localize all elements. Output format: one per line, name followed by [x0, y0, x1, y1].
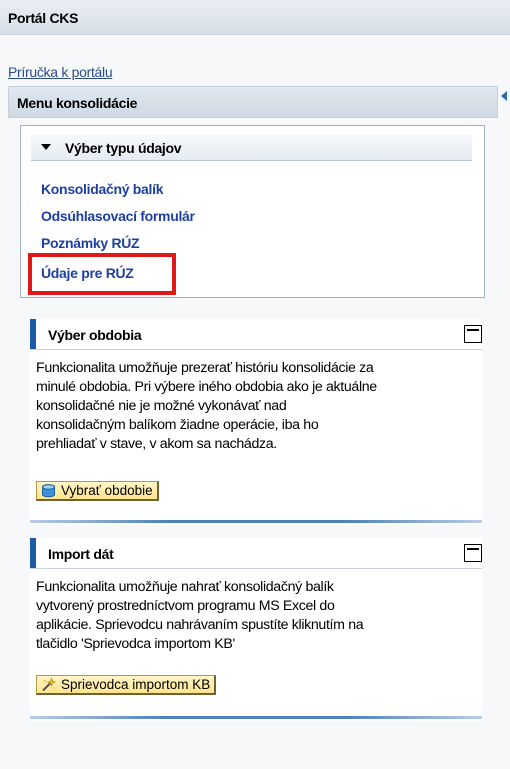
minimize-icon[interactable]	[464, 544, 482, 562]
triangle-down-icon	[41, 144, 51, 150]
data-type-panel: Výber typu údajov Konsolidačný balík Ods…	[20, 125, 485, 298]
consolidation-menu-header: Menu konsolidácie	[8, 86, 507, 118]
top-bar: Portál CKS	[0, 0, 510, 35]
data-type-panel-title: Výber typu údajov	[65, 140, 182, 156]
section-accent-bar	[30, 319, 36, 349]
import-section-title: Import dát	[48, 546, 114, 562]
import-wizard-button-label: Sprievodca importom KB	[61, 677, 211, 692]
description-line: tlačidlo 'Sprievodca importom KB'	[36, 636, 235, 652]
data-type-panel-header[interactable]: Výber typu údajov	[31, 135, 472, 161]
import-section-header: Import dát	[30, 538, 482, 569]
section-footer-line	[30, 520, 482, 523]
select-period-button-label: Vybrať obdobie	[61, 483, 153, 498]
portal-guide-link[interactable]: Príručka k portálu	[8, 64, 113, 80]
description-line: minulé obdobia. Pri výbere iného obdobia…	[36, 379, 377, 395]
minimize-icon[interactable]	[464, 325, 482, 343]
select-period-button[interactable]: Vybrať obdobie	[36, 481, 159, 501]
description-line: aplikácie. Sprievodcu nahrávaním spustít…	[36, 617, 364, 633]
import-wizard-button[interactable]: Sprievodca importom KB	[36, 675, 217, 695]
portal-title: Portál CKS	[8, 10, 79, 26]
data-import-section: Import dát Funkcionalita umožňuje nahrať…	[30, 538, 482, 721]
magic-wand-icon	[42, 678, 56, 692]
section-footer-line	[30, 716, 482, 719]
import-description: Funkcionalita umožňuje nahrať konsolidač…	[36, 578, 482, 654]
collapse-arrow-icon[interactable]	[501, 91, 507, 101]
period-description: Funkcionalita umožňuje prezerať históriu…	[36, 359, 482, 454]
link-ruz-data[interactable]: Údaje pre RÚZ	[41, 265, 134, 281]
period-selection-section: Výber obdobia Funkcionalita umožňuje pre…	[30, 319, 482, 525]
description-line: konsolidačným balíkom žiadne operácie, i…	[36, 417, 319, 433]
description-line: Funkcionalita umožňuje prezerať históriu…	[36, 360, 374, 376]
description-line: prehliadať v stave, v akom sa nachádza.	[36, 436, 277, 452]
database-icon	[42, 484, 55, 498]
period-section-title: Výber obdobia	[48, 327, 142, 343]
link-reconciliation-form[interactable]: Odsúhlasovací formulár	[41, 208, 195, 224]
description-line: vytvorený prostredníctvom programu MS Ex…	[36, 598, 335, 614]
section-accent-bar	[30, 538, 36, 568]
link-ruz-notes[interactable]: Poznámky RÚZ	[41, 235, 140, 251]
description-line: Funkcionalita umožňuje nahrať konsolidač…	[36, 579, 334, 595]
menu-title: Menu konsolidácie	[17, 95, 138, 111]
link-consolidation-package[interactable]: Konsolidačný balík	[41, 181, 163, 197]
description-line: konsolidačné nie je možné vykonávať nad	[36, 398, 287, 414]
period-section-header: Výber obdobia	[30, 319, 482, 350]
